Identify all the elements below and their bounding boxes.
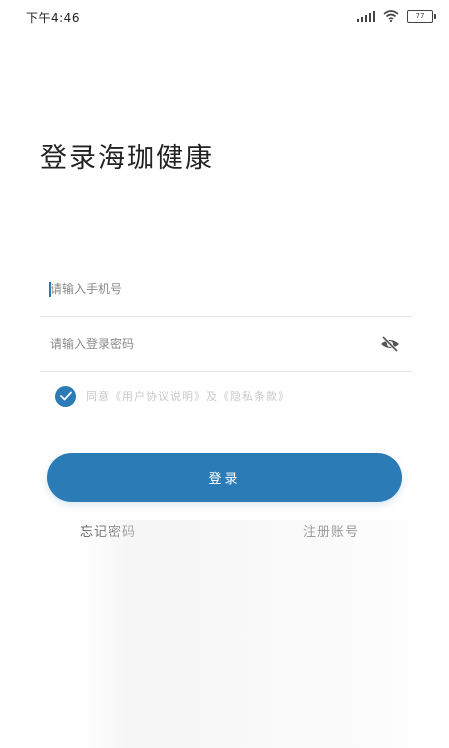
forgot-password-link[interactable]: 忘记密码 [80,521,136,540]
status-bar: 下午4:46 77 [0,0,449,34]
eye-off-icon[interactable] [380,335,400,353]
phone-input[interactable] [50,262,370,316]
register-link[interactable]: 注册账号 [303,521,359,540]
login-button[interactable]: 登录 [47,453,402,502]
agreement-text[interactable]: 同意《用户协议说明》及《隐私条款》 [86,388,290,404]
password-input[interactable] [50,317,370,371]
battery-icon: 77 [407,9,436,23]
agreement-checkbox[interactable] [55,385,76,407]
status-icons: 77 [357,9,436,23]
background-shadow [78,520,438,748]
signal-icon [357,10,375,22]
status-time: 下午4:46 [26,11,80,25]
password-field-row [40,317,412,372]
agreement-row: 同意《用户协议说明》及《隐私条款》 [55,385,290,407]
check-icon [59,391,72,401]
wifi-icon [383,10,399,22]
phone-field-row [40,262,412,317]
page-title: 登录海珈健康 [40,143,214,174]
